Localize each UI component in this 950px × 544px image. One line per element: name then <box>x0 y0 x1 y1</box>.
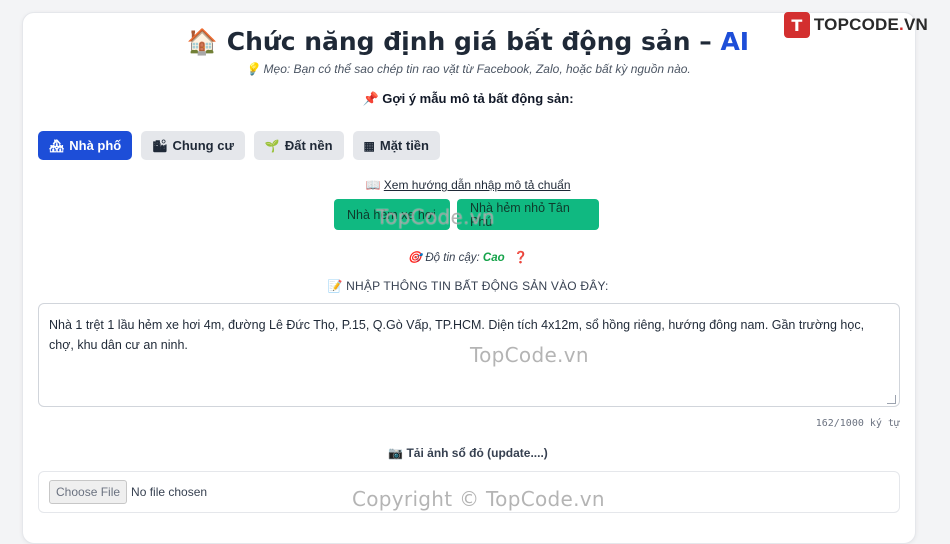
input-heading: 📝 NHẬP THÔNG TIN BẤT ĐỘNG SẢN VÀO ĐÂY: <box>327 279 609 293</box>
character-counter: 162/1000 ký tự <box>815 418 900 429</box>
title-accent: AI <box>720 27 750 56</box>
confidence-row: 🎯 Độ tin cậy: Cao ❓ <box>407 252 529 264</box>
lightbulb-icon: 💡 <box>245 62 261 76</box>
book-icon: 📖 <box>365 178 381 192</box>
confidence-value: Cao <box>482 252 505 264</box>
upload-heading: 📷 Tải ảnh sổ đỏ (update....) <box>388 446 548 460</box>
chip-nha-pho[interactable]: 🏘 Nhà phố <box>38 131 133 160</box>
topcode-logo: T TOPCODE.VN <box>783 11 928 39</box>
file-name: No file chosen <box>131 485 208 499</box>
chip-mat-tien[interactable]: ▦ Mặt tiền <box>352 131 440 160</box>
city-icon: 🏙 <box>152 138 168 153</box>
choose-file-button[interactable]: Choose File <box>49 480 128 504</box>
target-icon: 🎯 <box>407 252 423 264</box>
help-icon[interactable]: ❓ <box>514 252 528 264</box>
pushpin-icon: 📌 <box>362 91 379 106</box>
house-icon: 🏠 <box>186 27 219 56</box>
memo-icon: 📝 <box>327 279 343 293</box>
example-nha-hem-nho-button[interactable]: Nhà hẻm nhỏ Tân Phú <box>457 199 599 230</box>
building-icon: ▦ <box>363 138 375 153</box>
tip-text: 💡 Mẹo: Bạn có thể sao chép tin rao vặt t… <box>245 62 691 76</box>
topcode-logo-icon: T <box>783 12 810 38</box>
page-title: 🏠 Chức năng định giá bất động sản – AI <box>186 27 750 56</box>
suggestions-heading: 📌 Gợi ý mẫu mô tả bất động sản: <box>362 91 574 106</box>
townhouse-icon: 🏘 <box>49 138 65 153</box>
example-buttons: Nhà hẻm xe hơi Nhà hẻm nhỏ Tân Phú <box>334 199 599 230</box>
seedling-icon: 🌱 <box>264 138 280 153</box>
resize-handle[interactable] <box>887 395 896 404</box>
camera-icon: 📷 <box>388 446 404 460</box>
file-upload-input: Choose File No file chosen <box>38 471 900 513</box>
guide-row: 📖 Xem hướng dẫn nhập mô tả chuẩn <box>22 178 914 192</box>
guide-link[interactable]: Xem hướng dẫn nhập mô tả chuẩn <box>384 178 571 192</box>
chip-dat-nen[interactable]: 🌱 Đất nền <box>253 131 344 160</box>
example-nha-hem-xe-hoi-button[interactable]: Nhà hẻm xe hơi <box>334 199 450 230</box>
property-description-textarea[interactable]: Nhà 1 trệt 1 lầu hẻm xe hơi 4m, đường Lê… <box>38 303 900 407</box>
property-type-chips: 🏘 Nhà phố 🏙 Chung cư 🌱 Đất nền ▦ Mặt tiề… <box>38 131 440 160</box>
chip-chung-cu[interactable]: 🏙 Chung cư <box>141 131 245 160</box>
topcode-logo-text: TOPCODE.VN <box>813 15 928 34</box>
